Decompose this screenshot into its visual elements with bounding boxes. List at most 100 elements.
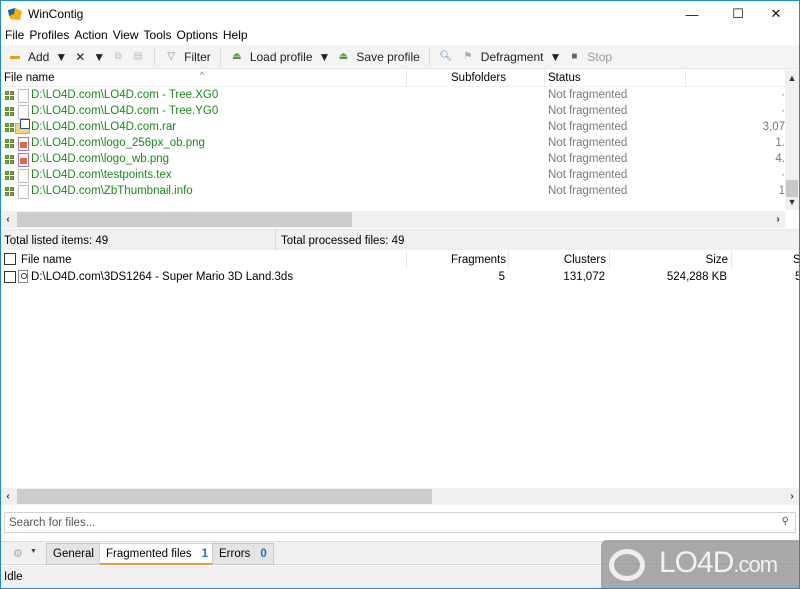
watermark-suffix: .com [733,552,778,577]
pattern-icon [5,139,14,148]
errors-count-badge: 0 [260,548,267,560]
list-item[interactable]: D:\LO4D.com\LO4D.com.rar Not fragmented … [1,119,785,136]
menu-file[interactable]: File [3,27,26,45]
file-status: Not fragmented [548,185,628,197]
toolbar-separator [219,47,221,66]
blank-file-icon [18,89,29,103]
defragment-label: Defragment [480,49,544,64]
tab-general[interactable]: General [46,543,101,565]
column-divider[interactable] [406,251,407,269]
file-path: D:\LO4D.com\testpoints.tex [31,169,172,181]
file-path: D:\LO4D.com\3DS1264 - Super Mario 3D Lan… [31,271,294,283]
remove-x-icon: ✕ [75,49,86,64]
stop-button[interactable]: ■ Stop [564,46,615,68]
scroll-down-arrow-icon[interactable]: ▼ [785,194,799,210]
settings-gear-icon[interactable]: ⚙ [13,547,23,560]
menu-view[interactable]: View [111,27,141,45]
menu-options[interactable]: Options [175,27,220,45]
defragment-dropdown-arrow[interactable]: ▼ [547,46,565,68]
column-divider[interactable] [609,251,610,269]
scroll-up-arrow-icon[interactable]: ▲ [785,70,799,86]
pattern-icon [5,187,14,196]
file-size: 1. [775,137,785,149]
close-button[interactable]: ✕ [753,1,799,27]
sort-ascending-icon: ^ [200,70,205,80]
column-divider[interactable] [508,251,509,269]
scroll-left-arrow-icon[interactable]: ‹ [1,488,15,505]
blank-file-icon [18,105,29,119]
table-row[interactable]: D:\LO4D.com\3DS1264 - Super Mario 3D Lan… [1,269,799,285]
column-size-on-disk[interactable]: Si [793,254,799,266]
settings-dropdown-arrow[interactable]: ▼ [30,548,37,555]
load-profile-icon: ⏏ [232,51,242,62]
menu-tools[interactable]: Tools [142,27,174,45]
remove-button[interactable]: ✕ [70,46,90,68]
file-size: 1 [778,185,785,197]
column-clusters[interactable]: Clusters [521,254,606,266]
defragment-button[interactable]: ⚑ Defragment [458,46,547,68]
column-divider[interactable] [406,70,407,87]
column-fragments[interactable]: Fragments [421,254,506,266]
scrollbar-thumb[interactable] [17,212,352,227]
file-list-horizontal-scrollbar[interactable]: ‹ › [1,211,785,228]
add-dropdown-arrow[interactable]: ▼ [52,46,70,68]
analyze-button[interactable]: 🔍︎ [436,46,458,68]
pattern-icon [5,91,14,100]
list-item[interactable]: D:\LO4D.com\LO4D.com - Tree.XG0 Not frag… [1,88,785,104]
search-box: ⚲ [4,512,796,533]
file-status: Not fragmented [548,137,628,149]
title-bar: WinContig — ☐ ✕ [1,1,799,27]
list-item[interactable]: D:\LO4D.com\LO4D.com - Tree.YG0 Not frag… [1,104,785,120]
image-file-icon [18,153,29,167]
remove-dropdown-arrow[interactable]: ▼ [90,46,108,68]
open-location-button[interactable]: ⧉ [108,46,128,68]
file-list-header: File name ^ Subfolders Status [1,70,785,87]
filter-button[interactable]: ▽ Filter [161,46,214,68]
total-processed-files: Total processed files: 49 [281,235,405,247]
image-file-icon [18,137,29,151]
pattern-icon [5,155,14,164]
fragmented-list-horizontal-scrollbar[interactable]: ‹ › [1,488,799,505]
toolbar: ▬ Add ▼ ✕ ▼ ⧉ ▤ ▽ Filter ⏏ Load profile … [1,45,799,69]
column-subfolders[interactable]: Subfolders [451,72,506,84]
save-profile-button[interactable]: ⏏ Save profile [333,46,422,68]
properties-button[interactable]: ▤ [128,46,148,68]
search-input[interactable] [5,513,765,532]
stop-square-icon: ■ [571,51,578,62]
column-divider[interactable] [731,251,732,269]
row-checkbox[interactable] [4,271,16,283]
list-item[interactable]: D:\LO4D.com\ZbThumbnail.info Not fragmen… [1,184,785,200]
column-file-name[interactable]: File name [4,72,55,84]
column-size[interactable]: Size [641,254,728,266]
load-profile-button[interactable]: ⏏ Load profile [227,46,316,68]
totals-bar: Total listed items: 49 Total processed f… [1,229,799,251]
search-icon[interactable]: ⚲ [782,516,789,527]
defragment-icon: ⚑ [463,51,473,62]
column-status[interactable]: Status [548,72,581,84]
list-item[interactable]: D:\LO4D.com\logo_wb.png Not fragmented 4… [1,152,785,168]
file-status: Not fragmented [548,121,628,133]
scrollbar-thumb[interactable] [17,489,432,504]
list-item[interactable]: D:\LO4D.com\testpoints.tex Not fragmente… [1,168,785,184]
scroll-right-arrow-icon[interactable]: › [785,488,799,505]
column-file-name[interactable]: File name [21,254,72,266]
save-profile-label: Save profile [356,49,420,64]
menu-help[interactable]: Help [221,27,250,45]
scroll-right-arrow-icon[interactable]: › [771,211,785,228]
tab-fragmented-files[interactable]: Fragmented files 1 [99,543,216,565]
add-button[interactable]: ▬ Add [5,46,52,68]
column-divider[interactable] [685,70,686,87]
select-all-checkbox[interactable] [4,253,16,265]
load-profile-dropdown-arrow[interactable]: ▼ [316,46,334,68]
size-on-disk: 5 [795,271,799,283]
file-path: D:\LO4D.com\LO4D.com - Tree.YG0 [31,105,219,117]
file-list-vertical-scrollbar[interactable]: ▲ ▼ [785,70,799,210]
minimize-button[interactable]: — [669,1,715,27]
column-divider[interactable] [544,70,545,87]
tab-errors[interactable]: Errors 0 [212,543,274,565]
menu-profiles[interactable]: Profiles [27,27,71,45]
list-item[interactable]: D:\LO4D.com\logo_256px_ob.png Not fragme… [1,136,785,152]
pattern-icon [5,123,14,132]
menu-action[interactable]: Action [72,27,109,45]
scroll-left-arrow-icon[interactable]: ‹ [1,211,15,228]
